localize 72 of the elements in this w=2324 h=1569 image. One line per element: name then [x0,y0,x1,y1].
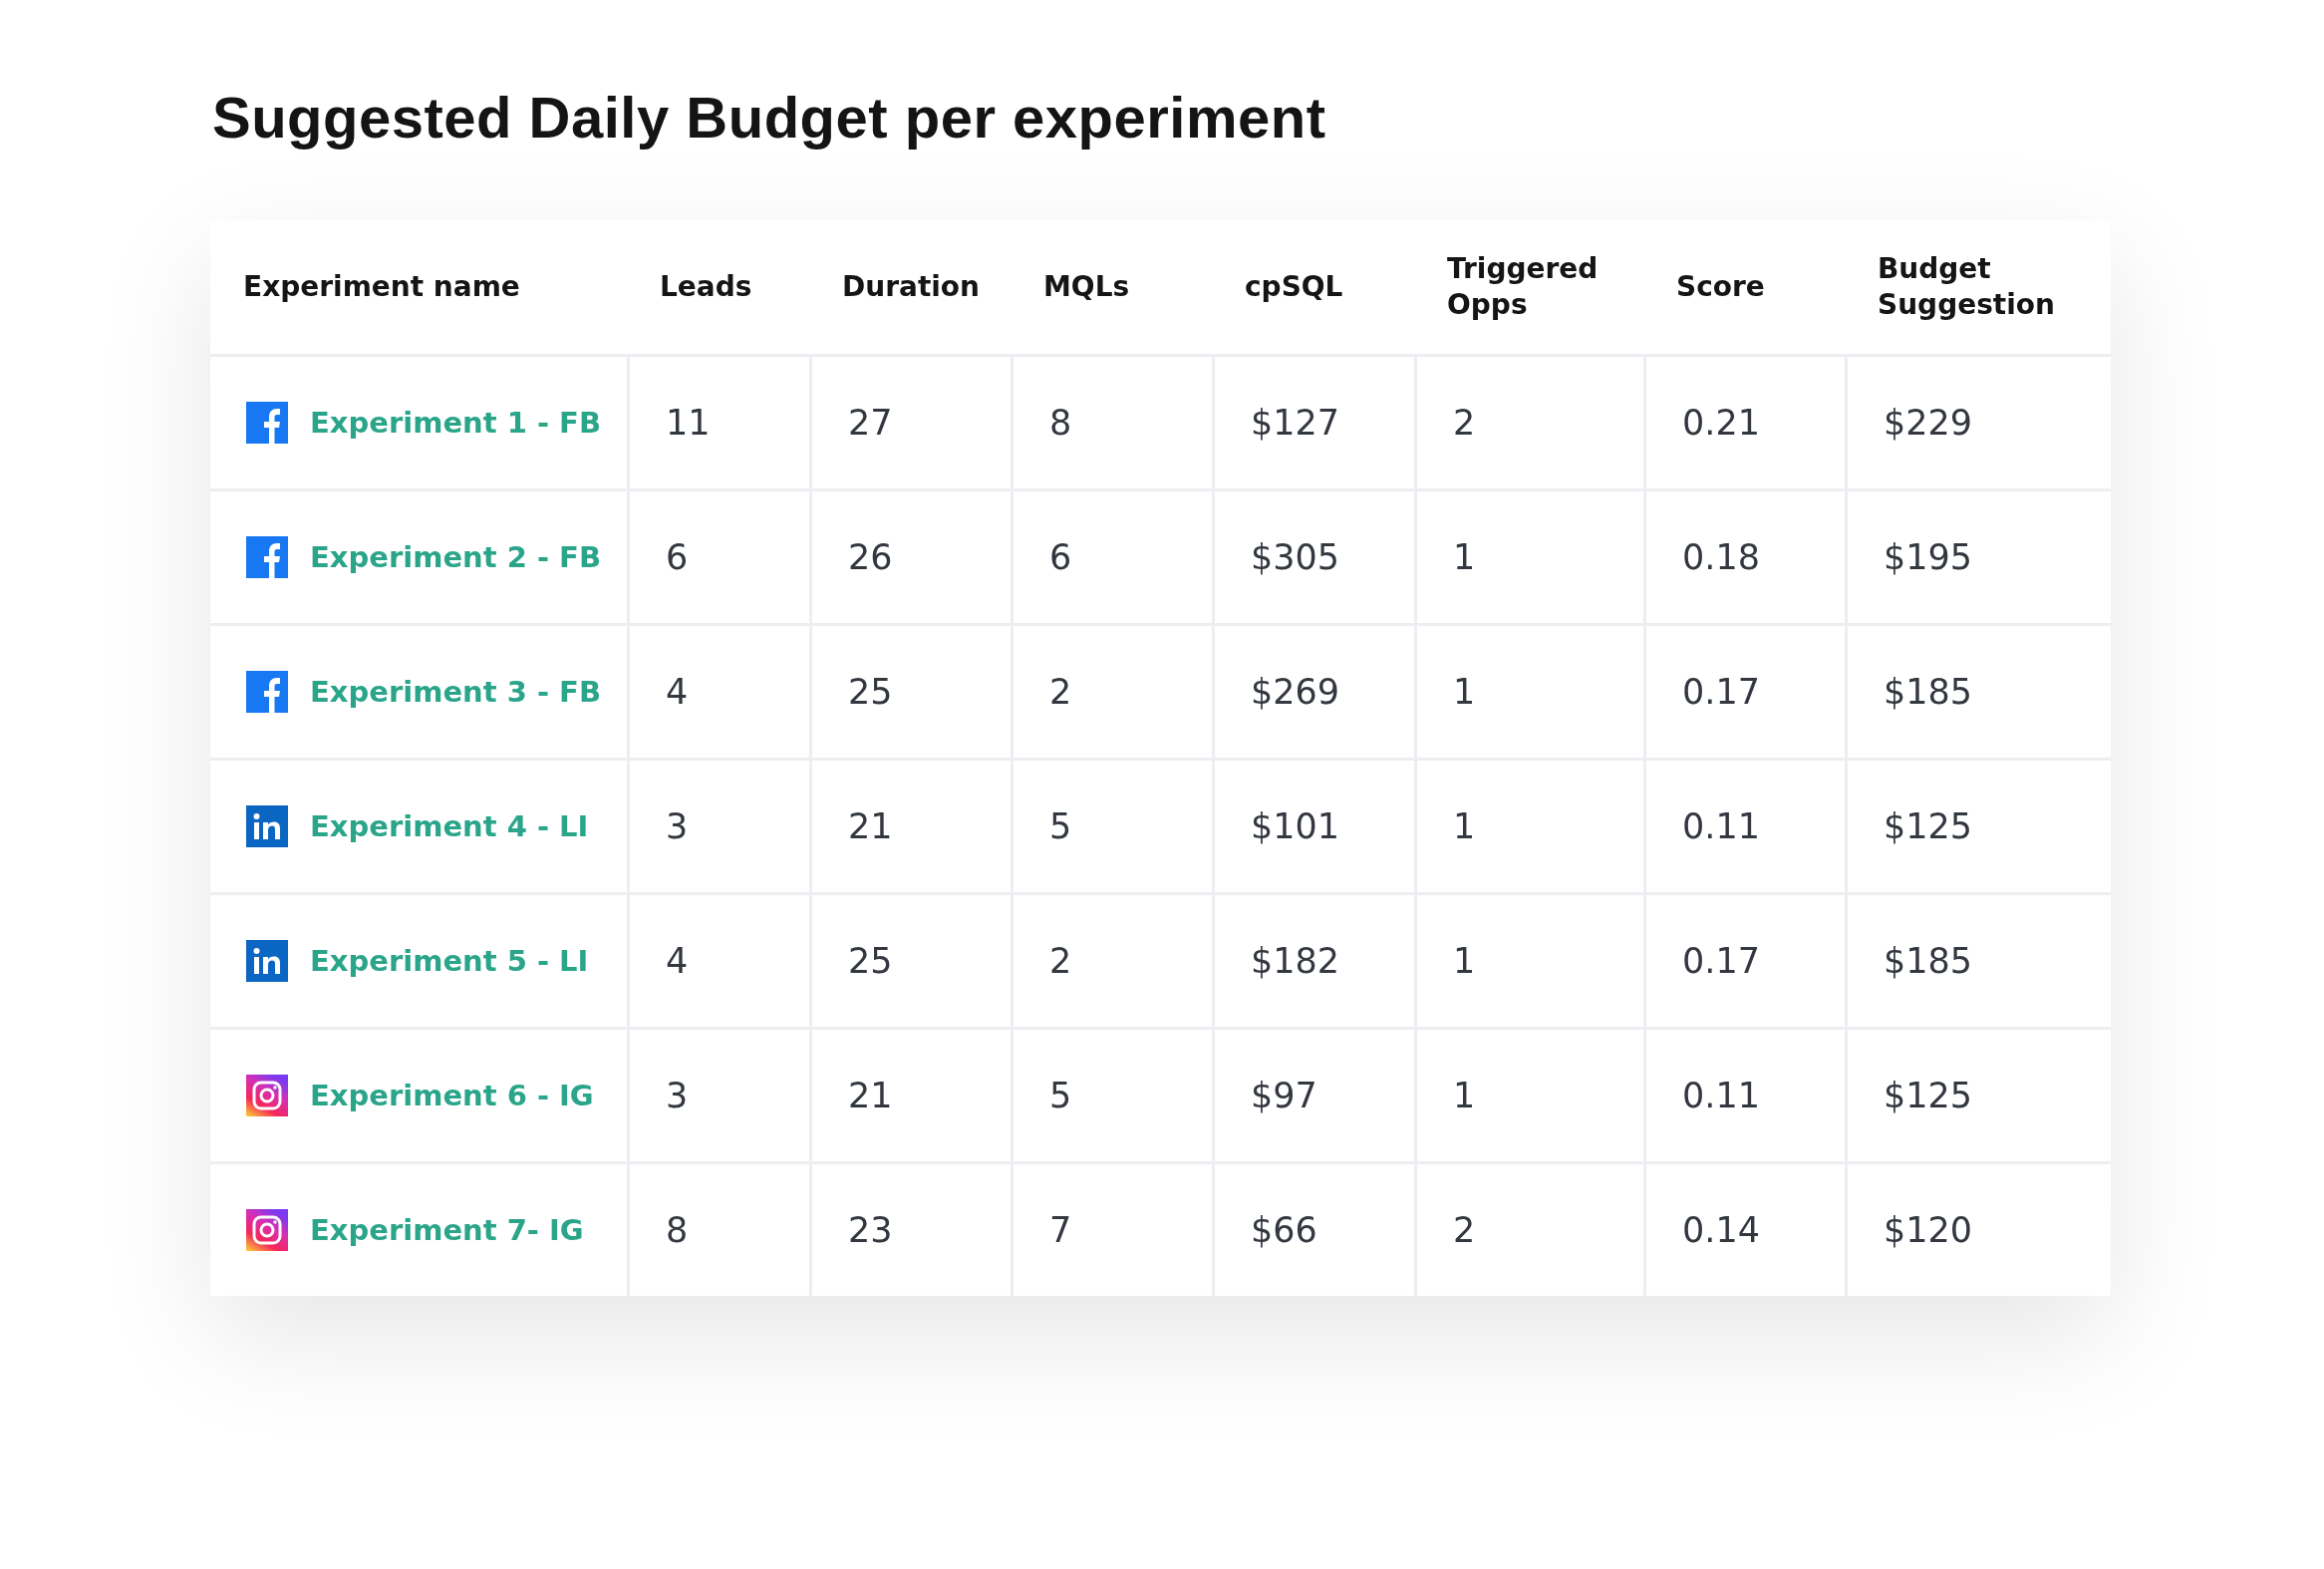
table-cell: 6 [627,491,809,623]
experiment-name: Experiment 5 - LI [310,944,589,978]
table-cell: 1 [1414,491,1643,623]
table-cell: 4 [627,626,809,758]
table-cell: 2 [1011,626,1212,758]
table-cell: 26 [809,491,1011,623]
experiment-name: Experiment 3 - FB [310,675,601,709]
experiment-name: Experiment 6 - IG [310,1079,594,1112]
table-cell: 4 [627,895,809,1027]
table-cell: 21 [809,1030,1011,1161]
table-cell: $185 [1845,895,2111,1027]
linkedin-icon [246,805,288,847]
experiment-name: Experiment 7- IG [310,1213,584,1247]
table-cell: 2 [1414,357,1643,488]
instagram-icon [246,1075,288,1116]
page-title: Suggested Daily Budget per experiment [212,84,1327,151]
table-cell: $120 [1845,1164,2111,1296]
table-cell: 6 [1011,491,1212,623]
table-cell: 21 [809,761,1011,892]
table-cell: 5 [1011,761,1212,892]
table-cell: $125 [1845,761,2111,892]
facebook-icon [246,402,288,444]
experiment-name: Experiment 4 - LI [310,809,589,843]
column-header: Experiment name [242,268,521,305]
table-cell: $127 [1212,357,1414,488]
table-cell: 5 [1011,1030,1212,1161]
table-cell: 25 [809,626,1011,758]
table-cell: 0.17 [1643,895,1845,1027]
facebook-icon [246,536,288,578]
table-cell: $195 [1845,491,2111,623]
column-header: Leads [659,268,753,305]
table-cell: $182 [1212,895,1414,1027]
linkedin-icon [246,940,288,982]
table-cell: $269 [1212,626,1414,758]
experiment-name: Experiment 1 - FB [310,406,601,440]
table-cell: 2 [1011,895,1212,1027]
table-cell: 8 [627,1164,809,1296]
table-cell: 1 [1414,895,1643,1027]
table-cell: 3 [627,761,809,892]
table-cell: 27 [809,357,1011,488]
facebook-icon [246,671,288,713]
table-cell: 11 [627,357,809,488]
column-header: MQLs [1042,268,1131,305]
table-cell: $185 [1845,626,2111,758]
column-header: Duration [841,268,982,305]
table-cell: $97 [1212,1030,1414,1161]
table-cell: $66 [1212,1164,1414,1296]
table-cell: $101 [1212,761,1414,892]
table-cell: 2 [1414,1164,1643,1296]
table-cell: 0.14 [1643,1164,1845,1296]
table-cell: 0.18 [1643,491,1845,623]
table-cell: 23 [809,1164,1011,1296]
table-cell: $125 [1845,1030,2111,1161]
table-cell: 25 [809,895,1011,1027]
table-cell: 0.21 [1643,357,1845,488]
table-cell: 0.11 [1643,1030,1845,1161]
table-cell: $229 [1845,357,2111,488]
instagram-icon [246,1209,288,1251]
table-cell: $305 [1212,491,1414,623]
experiment-name: Experiment 2 - FB [310,540,601,574]
table-cell: 1 [1414,626,1643,758]
table-cell: 3 [627,1030,809,1161]
column-header: Budget Suggestion [1877,250,2056,323]
table-cell: 0.17 [1643,626,1845,758]
table-cell: 8 [1011,357,1212,488]
column-header: Triggered Opps [1446,250,1599,323]
column-header: cpSQL [1244,268,1344,305]
table-cell: 1 [1414,761,1643,892]
table-cell: 0.11 [1643,761,1845,892]
table-cell: 7 [1011,1164,1212,1296]
table-cell: 1 [1414,1030,1643,1161]
column-header: Score [1675,268,1766,305]
